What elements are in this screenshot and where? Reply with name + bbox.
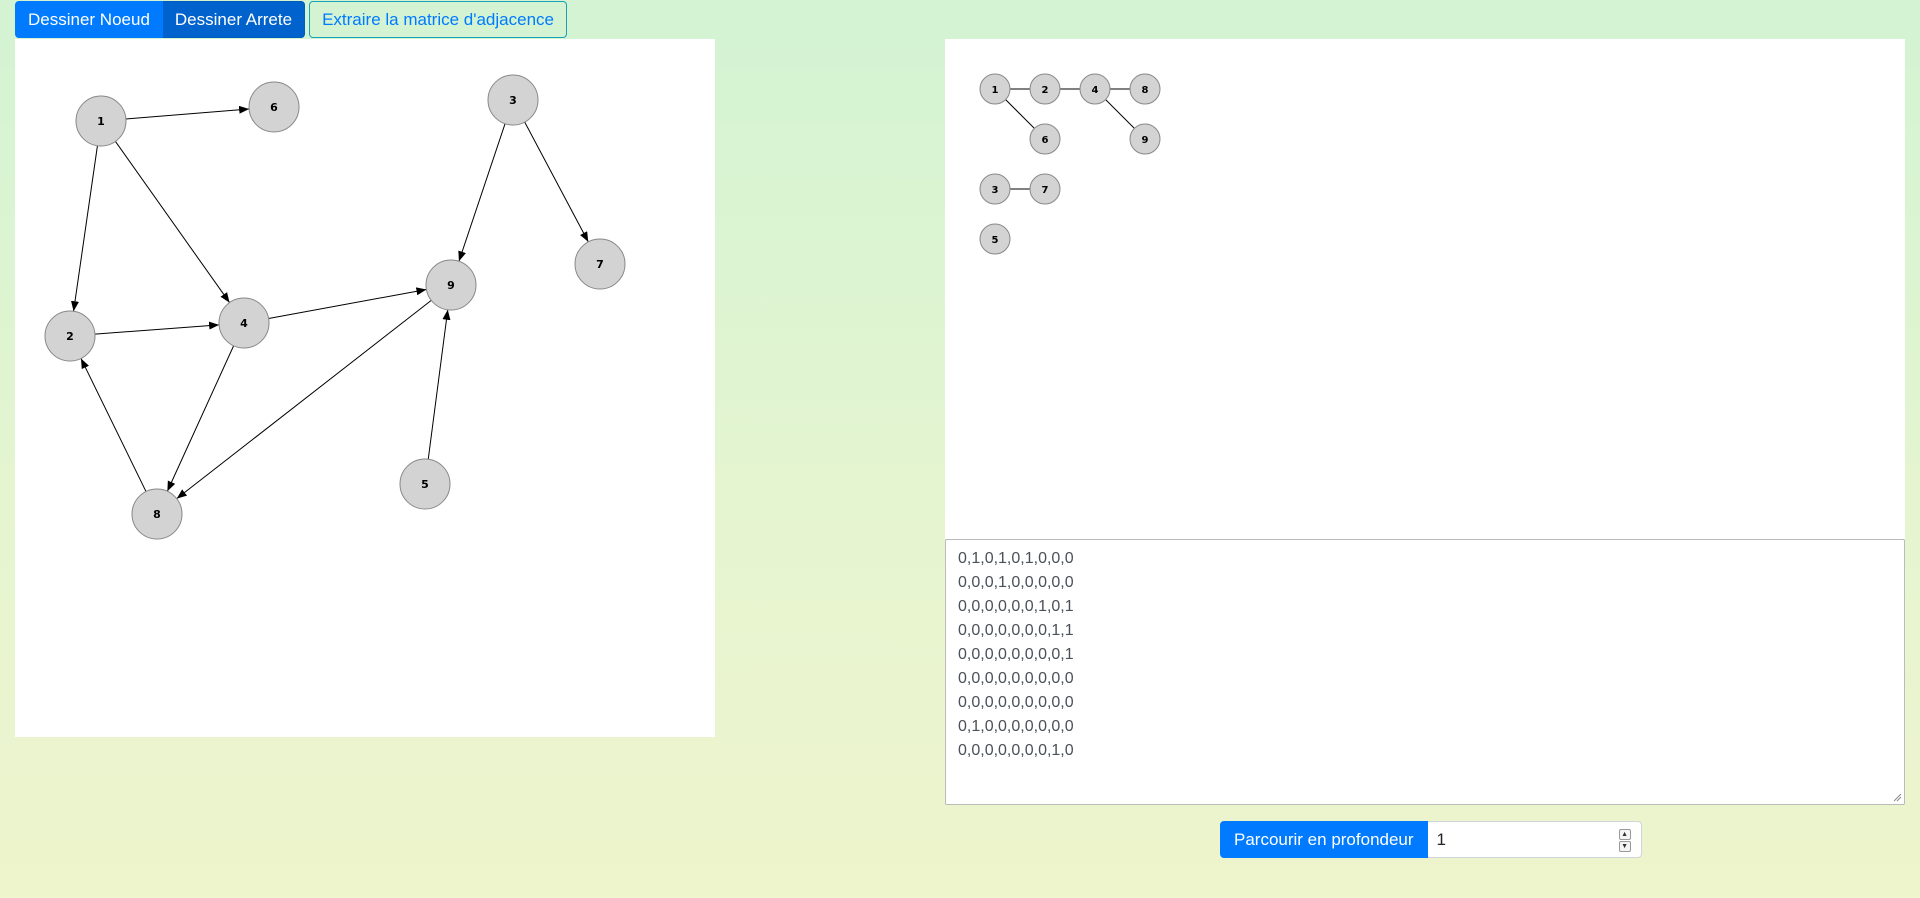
tree-node-9: 9: [1129, 123, 1161, 155]
matrix-row: 0,1,0,0,0,0,0,0,0: [958, 718, 1074, 735]
start-node-value: 1: [1436, 829, 1447, 849]
draw-edge-button[interactable]: Dessiner Arrete: [162, 1, 306, 38]
matrix-rows: 0,1,0,1,0,1,0,0,0 0,0,0,1,0,0,0,0,0 0,0,0,…: [958, 547, 1892, 763]
tree-node-label: 5: [992, 235, 999, 246]
tree-node-7: 7: [1029, 173, 1061, 205]
graph-edge-1-6[interactable]: [125, 105, 250, 120]
number-spinner[interactable]: ▲ ▼: [1618, 828, 1631, 852]
tree-node-6: 6: [1029, 123, 1061, 155]
tree-node-label: 4: [1092, 85, 1099, 96]
matrix-row: 0,0,0,0,0,0,0,0,1: [958, 646, 1074, 663]
tree-node-3: 3: [979, 173, 1011, 205]
spin-up-icon[interactable]: ▲: [1618, 828, 1631, 840]
graph-edge-1-2[interactable]: [71, 145, 98, 312]
dfs-tree-canvas: 1 2 4 8 6 9 3 7 5: [945, 39, 1905, 539]
graph-edge-4-8[interactable]: [166, 345, 235, 492]
tree-node-2: 2: [1029, 73, 1061, 105]
graph-node-9[interactable]: 9: [425, 259, 477, 311]
tree-node-label: 8: [1142, 85, 1149, 96]
tree-node-label: 9: [1142, 135, 1149, 146]
toolbar: Dessiner Noeud Dessiner Arrete Extraire …: [15, 1, 567, 38]
graph-node-label: 4: [240, 317, 248, 330]
tree-node-4: 4: [1079, 73, 1111, 105]
extract-matrix-button[interactable]: Extraire la matrice d'adjacence: [309, 1, 567, 38]
tree-node-8: 8: [1129, 73, 1161, 105]
matrix-row: 0,0,0,0,0,0,0,0,0: [958, 694, 1074, 711]
graph-node-label: 8: [153, 508, 161, 521]
graph-node-label: 9: [447, 279, 455, 292]
matrix-row: 0,0,0,1,0,0,0,0,0: [958, 574, 1074, 591]
start-node-input[interactable]: 1 ▲ ▼: [1427, 821, 1642, 858]
graph-node-7[interactable]: 7: [574, 238, 626, 290]
graph-node-6[interactable]: 6: [248, 81, 300, 133]
graph-edges: [71, 105, 589, 500]
tree-node-label: 1: [992, 85, 999, 96]
tree-edges: [994, 88, 1146, 190]
adjacency-matrix-textarea[interactable]: 0,1,0,1,0,1,0,0,0 0,0,0,1,0,0,0,0,0 0,0,0,…: [945, 539, 1905, 805]
matrix-row: 0,0,0,0,0,0,0,1,1: [958, 622, 1074, 639]
graph-edge-3-9[interactable]: [458, 123, 506, 262]
graph-node-4[interactable]: 4: [218, 297, 270, 349]
resize-grip-icon[interactable]: [1892, 792, 1902, 802]
graph-edge-9-8[interactable]: [176, 299, 432, 500]
matrix-row: 0,1,0,1,0,1,0,0,0: [958, 550, 1074, 567]
dfs-controls: Parcourir en profondeur 1 ▲ ▼: [1220, 821, 1642, 858]
graph-node-label: 1: [97, 115, 105, 128]
dfs-tree-svg: 1 2 4 8 6 9 3 7 5: [979, 73, 1161, 255]
graph-node-label: 2: [66, 330, 74, 343]
graph-edge-4-9[interactable]: [268, 287, 427, 319]
matrix-row: 0,0,0,0,0,0,0,1,0: [958, 742, 1074, 759]
graph-node-5[interactable]: 5: [399, 458, 451, 510]
tree-node-label: 7: [1042, 185, 1049, 196]
draw-node-button[interactable]: Dessiner Noeud: [15, 1, 163, 38]
tree-node-label: 2: [1042, 85, 1049, 96]
tree-node-label: 6: [1042, 135, 1049, 146]
graph-node-2[interactable]: 2: [44, 310, 96, 362]
graph-edge-1-4[interactable]: [115, 141, 230, 303]
graph-edge-3-7[interactable]: [524, 121, 589, 243]
matrix-row: 0,0,0,0,0,0,0,0,0: [958, 670, 1074, 687]
graph-edge-8-2[interactable]: [80, 358, 147, 492]
graph-edge-5-9[interactable]: [427, 309, 451, 460]
graph-node-label: 5: [421, 478, 429, 491]
graph-canvas[interactable]: 1 2 3 4 5 6 7 8 9: [15, 39, 715, 737]
graph-node-3[interactable]: 3: [487, 74, 539, 126]
graph-node-label: 3: [509, 94, 517, 107]
graph-node-1[interactable]: 1: [75, 95, 127, 147]
tree-node-label: 3: [992, 185, 999, 196]
graph-svg[interactable]: 1 2 3 4 5 6 7 8 9: [15, 39, 715, 737]
tree-node-1: 1: [979, 73, 1011, 105]
graph-node-label: 6: [270, 101, 278, 114]
graph-nodes: 1 2 3 4 5 6 7 8 9: [44, 74, 626, 540]
spin-down-icon[interactable]: ▼: [1618, 840, 1631, 852]
matrix-row: 0,0,0,0,0,0,1,0,1: [958, 598, 1074, 615]
graph-edge-2-4[interactable]: [94, 321, 220, 335]
depth-first-traversal-button[interactable]: Parcourir en profondeur: [1220, 821, 1428, 858]
tree-node-5: 5: [979, 223, 1011, 255]
graph-node-8[interactable]: 8: [131, 488, 183, 540]
graph-node-label: 7: [596, 258, 604, 271]
